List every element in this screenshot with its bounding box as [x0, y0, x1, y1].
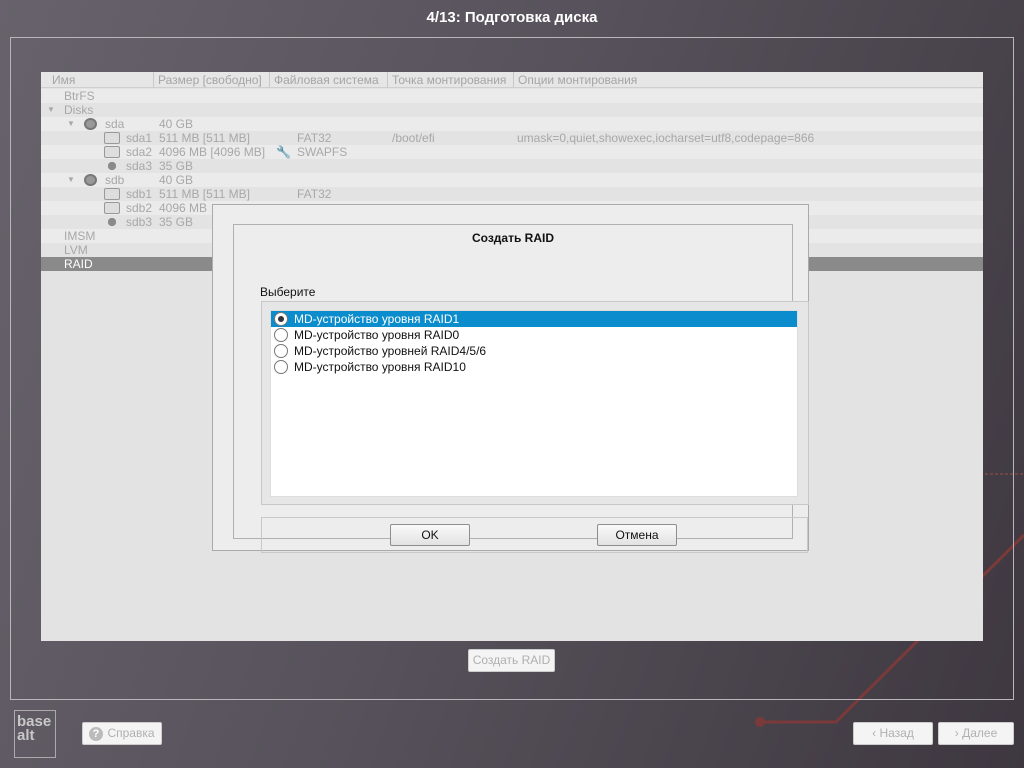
row-name: Disks: [64, 103, 94, 117]
row-name: LVM: [64, 243, 88, 257]
disk-icon: [84, 118, 97, 130]
row-size: 40 GB: [159, 117, 194, 131]
free-space-icon: [104, 160, 120, 172]
row-name: sdb: [105, 173, 125, 187]
tree-row[interactable]: ▼ sdb 40 GB: [41, 173, 983, 187]
raid-type-list[interactable]: MD-устройство уровня RAID1 MD-устройство …: [270, 310, 798, 497]
wrench-icon: 🔧: [276, 145, 291, 159]
radio-button[interactable]: [274, 360, 288, 374]
raid-option-label: MD-устройство уровня RAID0: [294, 328, 460, 342]
partition-icon: [104, 132, 120, 144]
row-size: 40 GB: [159, 173, 194, 187]
raid-option-label: MD-устройство уровня RAID10: [294, 360, 466, 374]
raid-option[interactable]: MD-устройство уровня RAID1: [271, 311, 797, 327]
row-filesystem: FAT32: [297, 187, 332, 201]
raid-option-label: MD-устройство уровней RAID4/5/6: [294, 344, 487, 358]
row-name: sdb1: [126, 187, 153, 201]
back-button[interactable]: ‹ Назад: [853, 722, 933, 745]
row-size: 511 MB [511 MB]: [159, 131, 250, 145]
tree-row[interactable]: ▼ Disks: [41, 103, 983, 117]
disk-icon: [84, 174, 97, 186]
raid-option[interactable]: MD-устройство уровней RAID4/5/6: [271, 343, 797, 359]
tree-row[interactable]: sda3 35 GB: [41, 159, 983, 173]
ok-button[interactable]: OK: [390, 524, 470, 546]
next-button[interactable]: › Далее: [938, 722, 1014, 745]
choose-label: Выберите: [260, 285, 316, 299]
column-mountpoint[interactable]: Точка монтирования: [388, 72, 514, 88]
column-name[interactable]: Имя: [41, 72, 154, 88]
basealt-logo: base alt: [14, 710, 56, 758]
raid-option[interactable]: MD-устройство уровня RAID10: [271, 359, 797, 375]
row-name: sda1: [126, 131, 153, 145]
expander-arrow-icon[interactable]: ▼: [67, 173, 75, 187]
tree-row[interactable]: BtrFS: [41, 89, 983, 103]
tree-row[interactable]: ▼ sda 40 GB: [41, 117, 983, 131]
row-mountpoint: /boot/efi: [392, 131, 435, 145]
row-size: 4096 MB [4096 MB]: [159, 145, 266, 159]
dialog-title: Создать RAID: [471, 231, 554, 245]
tree-row[interactable]: sda2 4096 MB [4096 MB] 🔧 SWAPFS: [41, 145, 983, 159]
row-name: sdb2: [126, 201, 153, 215]
row-mount-options: umask=0,quiet,showexec,iocharset=utf8,co…: [517, 131, 815, 145]
row-name: sdb3: [126, 215, 153, 229]
next-label: Далее: [962, 726, 998, 740]
column-filesystem[interactable]: Файловая система: [270, 72, 388, 88]
partition-icon: [104, 188, 120, 200]
create-raid-button[interactable]: Создать RAID: [468, 649, 555, 672]
create-raid-dialog: Создать RAID Выберите MD-устройство уров…: [212, 204, 809, 553]
help-label: Справка: [107, 726, 155, 740]
row-name: sda: [105, 117, 125, 131]
row-filesystem: SWAPFS: [297, 145, 348, 159]
radio-button[interactable]: [274, 344, 288, 358]
row-name: sda2: [126, 145, 153, 159]
raid-option-label: MD-устройство уровня RAID1: [294, 312, 460, 326]
column-size[interactable]: Размер [свободно]: [154, 72, 270, 88]
raid-option[interactable]: MD-устройство уровня RAID0: [271, 327, 797, 343]
free-space-icon: [104, 216, 120, 228]
partition-icon: [104, 146, 120, 158]
row-size: 35 GB: [159, 215, 194, 229]
cancel-button[interactable]: Отмена: [597, 524, 677, 546]
row-size: 4096 MB: [159, 201, 208, 215]
row-size: 511 MB [511 MB]: [159, 187, 250, 201]
column-mount-options[interactable]: Опции монтирования: [514, 72, 983, 88]
row-name: IMSM: [64, 229, 96, 243]
partition-icon: [104, 202, 120, 214]
help-button[interactable]: ? Справка: [82, 722, 162, 745]
row-name: BtrFS: [64, 89, 95, 103]
expander-arrow-icon[interactable]: ▼: [67, 117, 75, 131]
row-size: 35 GB: [159, 159, 194, 173]
row-name: RAID: [64, 257, 93, 271]
tree-row[interactable]: sdb1 511 MB [511 MB] FAT32: [41, 187, 983, 201]
dialog-inner-frame: Создать RAID Выберите MD-устройство уров…: [233, 224, 809, 553]
dialog-button-box: OK Отмена: [261, 517, 808, 553]
back-label: Назад: [879, 726, 914, 740]
radio-button[interactable]: [274, 312, 288, 326]
chevron-right-icon: ›: [954, 726, 963, 740]
row-name: sda3: [126, 159, 153, 173]
radio-button[interactable]: [274, 328, 288, 342]
raid-type-list-frame: MD-устройство уровня RAID1 MD-устройство …: [261, 301, 809, 505]
help-icon: ?: [89, 727, 103, 741]
expander-arrow-icon[interactable]: ▼: [47, 103, 55, 117]
tree-row[interactable]: sda1 511 MB [511 MB] FAT32/boot/efi umask=0…: [41, 131, 983, 145]
step-title: 4/13: Подготовка диска: [426, 9, 598, 26]
row-filesystem: FAT32: [297, 131, 332, 145]
